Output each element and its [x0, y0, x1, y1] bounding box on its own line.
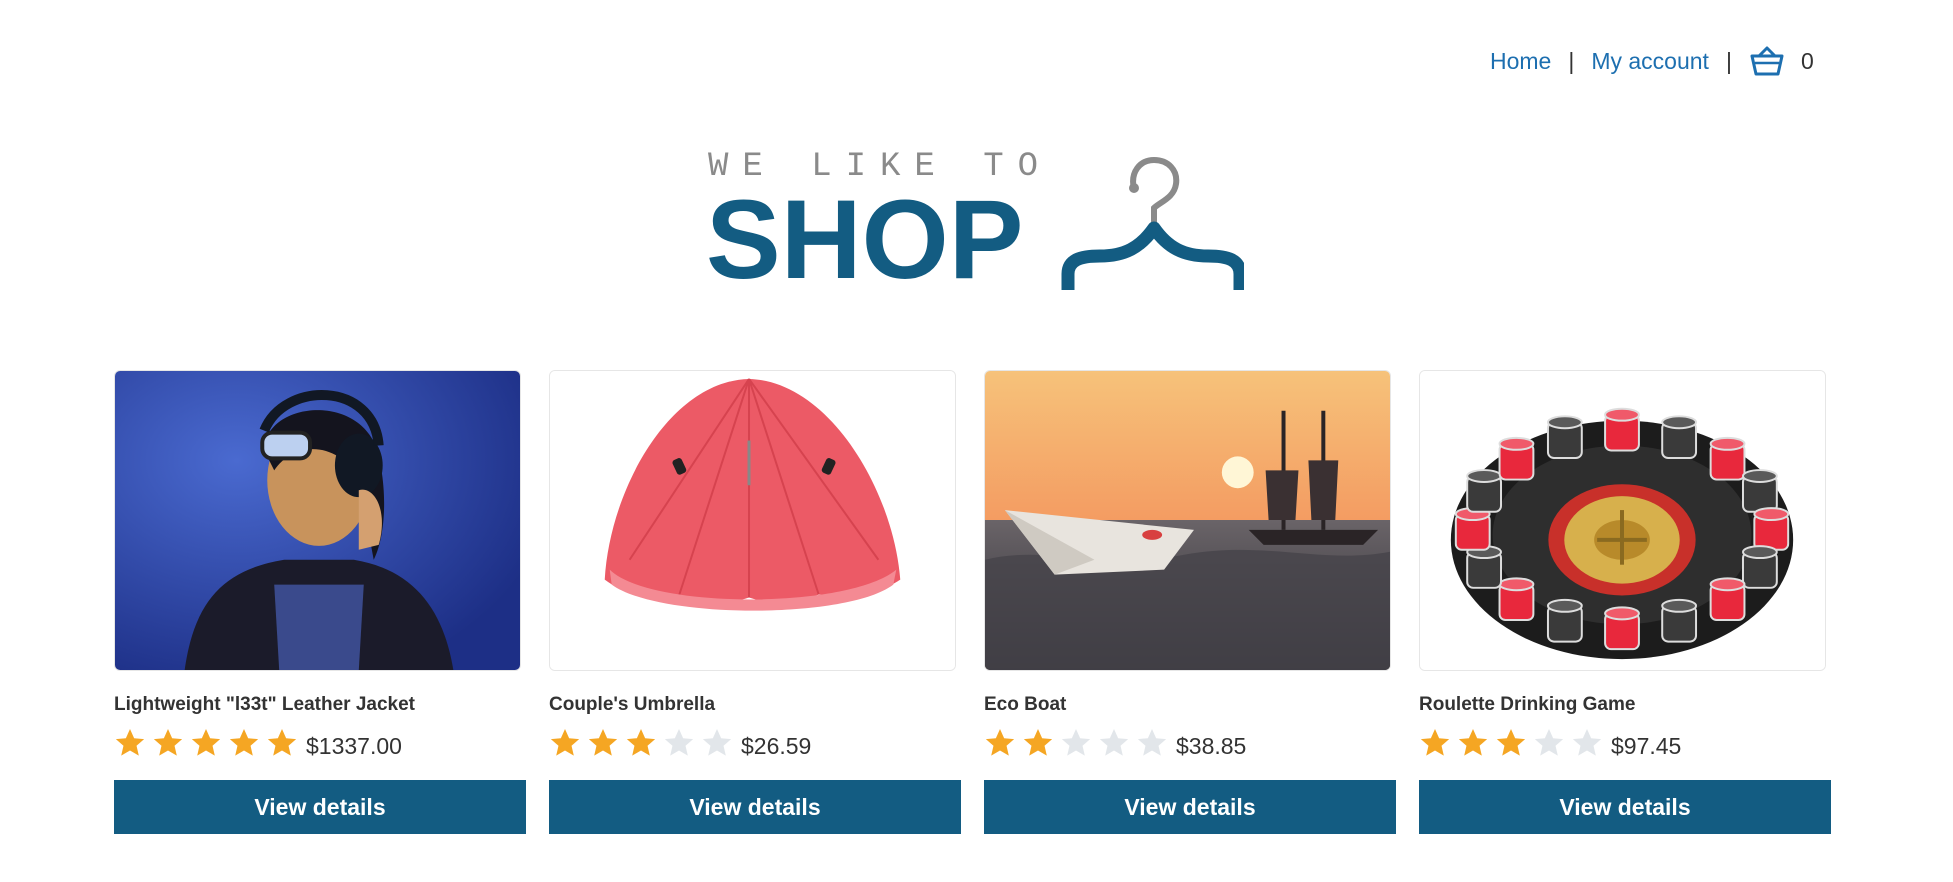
product-image[interactable] — [984, 370, 1391, 671]
star-filled-icon — [115, 729, 145, 756]
product-grid: Lightweight "l33t" Leather Jacket $1337.… — [114, 370, 1831, 834]
rating-stars — [984, 727, 1174, 759]
view-details-button[interactable]: View details — [1419, 780, 1831, 834]
product-name: Lightweight "l33t" Leather Jacket — [114, 694, 415, 715]
product-price: $26.59 — [741, 732, 812, 759]
home-link[interactable]: Home — [1490, 48, 1551, 75]
star-filled-icon — [1458, 729, 1488, 756]
star-filled-icon — [267, 729, 297, 756]
product-name: Eco Boat — [984, 694, 1067, 715]
view-details-button[interactable]: View details — [984, 780, 1396, 834]
star-empty-icon — [702, 729, 732, 756]
star-filled-icon — [229, 729, 259, 756]
top-nav: Home | My account | 0 — [1490, 46, 1814, 76]
star-filled-icon — [1496, 729, 1526, 756]
basket-icon[interactable] — [1749, 45, 1785, 77]
rating-stars — [114, 727, 304, 759]
product-price: $97.45 — [1611, 732, 1682, 759]
product-name: Couple's Umbrella — [549, 694, 716, 715]
my-account-link[interactable]: My account — [1591, 48, 1709, 75]
shop-logo[interactable]: WE LIKE TO SHOP — [706, 148, 1246, 298]
rating-stars — [1419, 727, 1609, 759]
product-price: $38.85 — [1176, 732, 1247, 759]
product-price: $1337.00 — [306, 732, 402, 759]
product-image[interactable] — [114, 370, 521, 671]
product-image[interactable] — [1419, 370, 1826, 671]
star-filled-icon — [1023, 729, 1053, 756]
star-filled-icon — [626, 729, 656, 756]
star-empty-icon — [1572, 729, 1602, 756]
star-empty-icon — [1061, 729, 1091, 756]
product-card: Couple's Umbrella $26.59 View details — [549, 370, 961, 834]
star-filled-icon — [191, 729, 221, 756]
hanger-icon — [1061, 156, 1244, 290]
product-name: Roulette Drinking Game — [1419, 694, 1636, 715]
star-filled-icon — [153, 729, 183, 756]
star-empty-icon — [1534, 729, 1564, 756]
star-filled-icon — [985, 729, 1015, 756]
view-details-button[interactable]: View details — [549, 780, 961, 834]
star-filled-icon — [1420, 729, 1450, 756]
star-empty-icon — [1137, 729, 1167, 756]
logo-title: SHOP — [706, 177, 1024, 302]
product-meta: $26.59 — [549, 726, 961, 760]
product-card: Eco Boat $38.85 View details — [984, 370, 1396, 834]
rating-stars — [549, 727, 739, 759]
nav-separator: | — [1725, 47, 1732, 74]
star-filled-icon — [550, 729, 580, 756]
cart-count[interactable]: 0 — [1801, 48, 1814, 75]
product-card: Lightweight "l33t" Leather Jacket $1337.… — [114, 370, 526, 834]
star-empty-icon — [1099, 729, 1129, 756]
product-card: Roulette Drinking Game $97.45 View detai… — [1419, 370, 1831, 834]
view-details-button[interactable]: View details — [114, 780, 526, 834]
product-image[interactable] — [549, 370, 956, 671]
star-empty-icon — [664, 729, 694, 756]
star-filled-icon — [588, 729, 618, 756]
nav-separator: | — [1568, 47, 1575, 74]
product-meta: $38.85 — [984, 726, 1396, 760]
product-meta: $97.45 — [1419, 726, 1831, 760]
product-meta: $1337.00 — [114, 726, 526, 760]
